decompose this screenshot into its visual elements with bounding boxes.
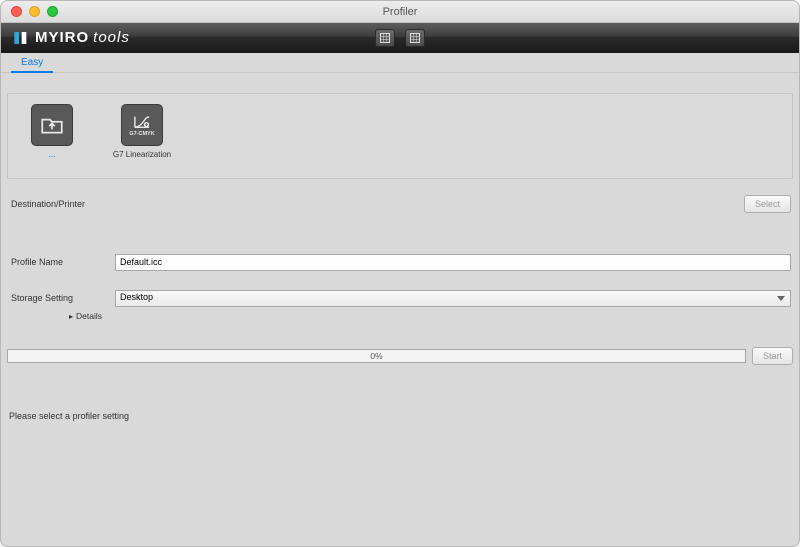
app-window: Profiler MYIRO tools Easy	[0, 0, 800, 547]
profile-name-input[interactable]	[115, 254, 791, 271]
storage-section: Storage Setting Desktop Details	[7, 287, 793, 321]
brand-text-bold: MYIRO	[35, 29, 89, 46]
window-controls	[11, 6, 58, 17]
tabs: Easy	[1, 53, 799, 73]
profile-name-section: Profile Name	[7, 251, 793, 273]
brand: MYIRO tools	[1, 29, 130, 46]
status-message: Please select a profiler setting	[7, 411, 793, 421]
minimize-icon[interactable]	[29, 6, 40, 17]
progress-text: 0%	[370, 351, 382, 361]
profile-add-caption[interactable]: ...	[49, 150, 56, 159]
storage-select-value: Desktop	[120, 292, 153, 302]
tab-easy[interactable]: Easy	[11, 53, 53, 73]
close-icon[interactable]	[11, 6, 22, 17]
content: ... G7-CMYK G7 Linearization Destina	[1, 73, 799, 546]
toolbar: MYIRO tools	[1, 23, 799, 53]
window-title: Profiler	[1, 6, 799, 18]
details-toggle[interactable]: Details	[9, 311, 791, 321]
grid-icon	[379, 32, 391, 44]
curve-icon: G7-CMYK	[121, 104, 163, 146]
maximize-icon[interactable]	[47, 6, 58, 17]
destination-label: Destination/Printer	[9, 199, 115, 209]
toolbar-center	[375, 29, 425, 47]
profile-panel: ... G7-CMYK G7 Linearization	[7, 93, 793, 179]
storage-select[interactable]: Desktop	[115, 290, 791, 307]
titlebar: Profiler	[1, 1, 799, 23]
start-button[interactable]: Start	[752, 347, 793, 365]
brand-text-light: tools	[93, 29, 130, 46]
select-destination-button[interactable]: Select	[744, 195, 791, 213]
toolbar-button-2[interactable]	[405, 29, 425, 47]
grid-icon	[409, 32, 421, 44]
toolbar-button-1[interactable]	[375, 29, 395, 47]
profile-name-label: Profile Name	[9, 257, 115, 267]
profile-g7-item[interactable]: G7-CMYK G7 Linearization	[112, 104, 172, 159]
brand-logo-icon	[13, 30, 29, 46]
profile-g7-caption: G7 Linearization	[113, 150, 171, 159]
storage-label: Storage Setting	[9, 293, 115, 303]
profile-badge: G7-CMYK	[129, 131, 154, 137]
profile-add-item[interactable]: ...	[22, 104, 82, 159]
folder-up-icon	[31, 104, 73, 146]
progress-bar: 0%	[7, 349, 746, 363]
destination-section: Destination/Printer Select	[7, 193, 793, 215]
progress-row: 0% Start	[7, 347, 793, 365]
